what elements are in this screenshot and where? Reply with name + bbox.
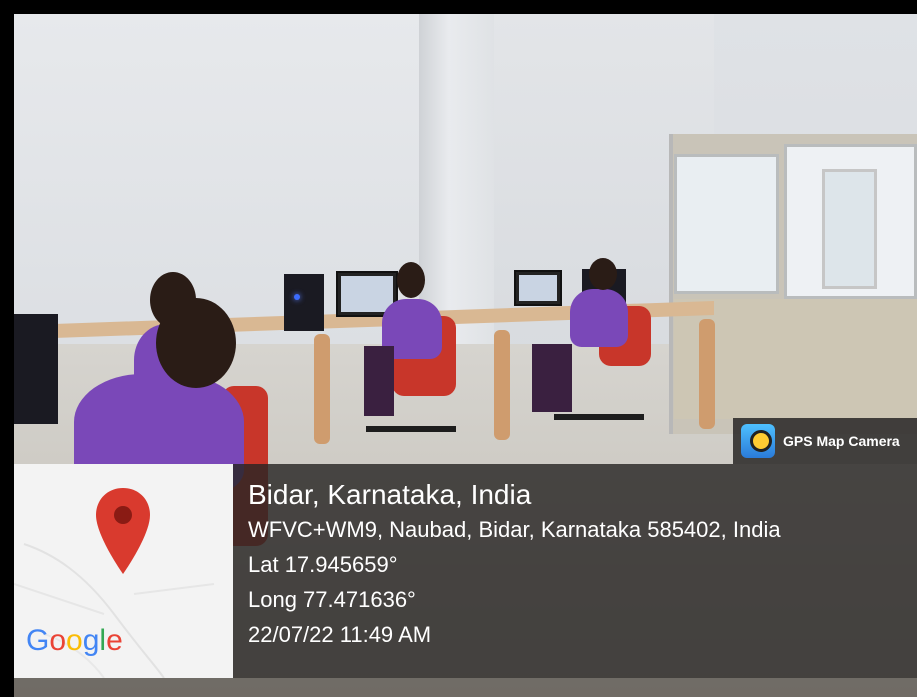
person-head xyxy=(589,258,617,290)
location-info-panel: Bidar, Karnataka, India WFVC+WM9, Naubad… xyxy=(233,464,917,678)
person-head xyxy=(397,262,425,298)
desk-leg xyxy=(494,330,510,440)
map-thumbnail: Google xyxy=(14,464,233,678)
badge-label: GPS Map Camera xyxy=(783,433,900,449)
gps-camera-badge: GPS Map Camera xyxy=(733,418,917,464)
longitude: Long 77.471636° xyxy=(248,587,416,612)
cpu-tower xyxy=(14,314,58,424)
latitude: Lat 17.945659° xyxy=(248,552,398,577)
location-address: WFVC+WM9, Naubad, Bidar, Karnataka 58540… xyxy=(248,517,781,542)
timestamp: 22/07/22 11:49 AM xyxy=(248,622,432,647)
partition-window xyxy=(674,154,779,294)
cpu-tower xyxy=(284,274,324,331)
location-title: Bidar, Karnataka, India xyxy=(248,479,532,510)
google-logo: Google xyxy=(26,624,123,657)
desk-leg xyxy=(314,334,330,444)
bottom-strip xyxy=(14,678,917,697)
cabin-door xyxy=(822,169,877,289)
chair-base xyxy=(366,426,456,432)
chair-base xyxy=(554,414,644,420)
gps-camera-icon xyxy=(741,424,775,458)
person-head xyxy=(156,298,236,388)
desk-leg xyxy=(699,319,715,429)
person-legs xyxy=(532,344,572,412)
person-shirt xyxy=(570,289,628,347)
person-legs xyxy=(364,346,394,416)
map-pin-icon xyxy=(96,488,150,574)
pillar xyxy=(419,14,494,344)
monitor xyxy=(514,270,562,306)
